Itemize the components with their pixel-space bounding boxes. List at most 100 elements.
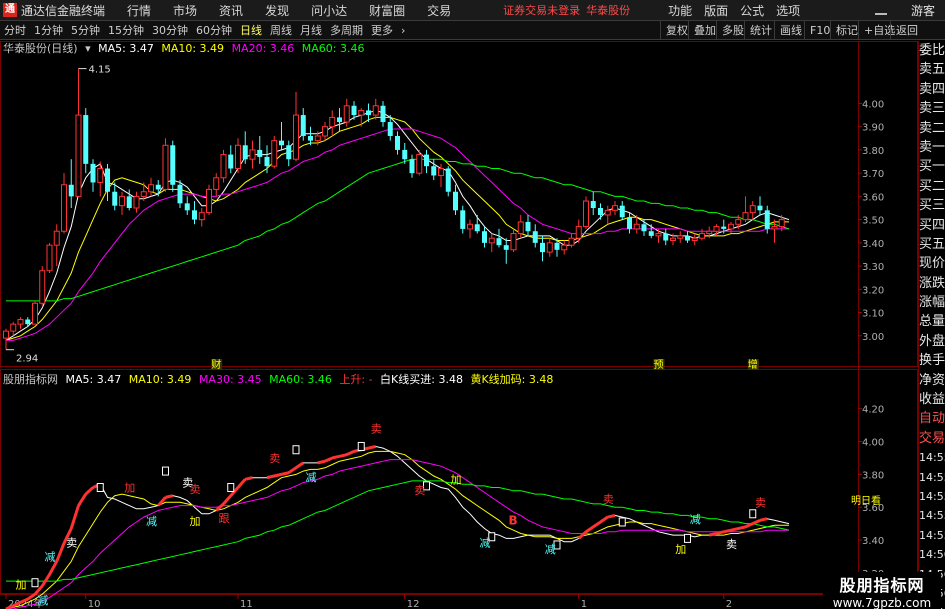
menu-trade[interactable]: 交易 — [427, 2, 451, 19]
side-label-15[interactable]: 外盘 — [919, 332, 945, 351]
side-label-17[interactable]: 净资 — [919, 371, 945, 390]
period-60min[interactable]: 60分钟 — [192, 22, 236, 38]
trade-login-notice[interactable]: 证券交易未登录 — [503, 2, 580, 18]
candle-body-down — [170, 145, 176, 185]
candle-body-up — [198, 212, 205, 221]
candle-body-down — [685, 235, 690, 241]
side-label-18[interactable]: 收益 — [919, 390, 945, 409]
candle-body-up — [119, 195, 125, 207]
candle-body-up — [39, 270, 46, 304]
candle-body-down — [453, 191, 458, 211]
candle-body-up — [32, 302, 38, 325]
period-15min[interactable]: 15分钟 — [104, 22, 148, 38]
ind-rising-segment — [287, 466, 297, 474]
side-label-0[interactable]: 委比 — [919, 41, 945, 60]
y-tick-label: 3.40 — [862, 239, 884, 250]
side-label-12[interactable]: 涨跌 — [919, 274, 945, 293]
candle-body-down — [242, 145, 248, 160]
candle-body-down — [627, 217, 632, 229]
side-label-4[interactable]: 卖二 — [919, 119, 945, 138]
side-label-16[interactable]: 换手 — [919, 351, 945, 370]
candle-body-down — [431, 166, 437, 176]
period-toolbar: 分时 1分钟 5分钟 15分钟 30分钟 60分钟 日线 周线 月线 多周期 更… — [0, 21, 945, 40]
app-title: 通达信金融终端 — [21, 3, 106, 18]
ind-rising-segment — [222, 494, 232, 505]
menu-options[interactable]: 选项 — [776, 2, 800, 19]
period-30min[interactable]: 30分钟 — [148, 22, 192, 38]
candle-body-up — [61, 184, 67, 232]
kline-chart-area[interactable]: 4.00 3.90 3.80 3.70 3.60 3.50 3.40 3.30 3.20 3.10… — [0, 41, 918, 609]
candle-body-down — [395, 135, 400, 150]
menu-functions[interactable]: 功能 — [668, 2, 692, 19]
candle-body-down — [112, 191, 118, 206]
indicator-name[interactable]: 股朋指标网 — [3, 373, 58, 386]
menu-formula[interactable]: 公式 — [740, 2, 764, 19]
period-weekly[interactable]: 周线 — [266, 22, 296, 38]
candle-body-up — [728, 223, 734, 230]
menu-market[interactable]: 行情 — [127, 2, 151, 19]
period-1min[interactable]: 1分钟 — [30, 22, 67, 38]
button-draw[interactable]: 画线 — [774, 21, 807, 40]
minimize-icon[interactable] — [875, 3, 887, 15]
side-label-8[interactable]: 买三 — [919, 196, 945, 215]
button-back[interactable]: 返回 — [890, 21, 923, 40]
ind-buy-box — [227, 483, 235, 492]
candle-body-down — [308, 135, 313, 141]
side-label-3[interactable]: 卖三 — [919, 99, 945, 118]
menu-news[interactable]: 资讯 — [219, 2, 243, 19]
candle-body-down — [155, 184, 161, 190]
signal-label: 卖 — [269, 452, 280, 465]
quote-side-panel[interactable]: 委比 卖五 卖四 卖三 卖二 卖一 买一 买二 买三 买四 买五 现价 涨跌 涨幅 总量 外盘 换手 净资 收益 自动… — [918, 41, 945, 609]
side-label-14[interactable]: 总量 — [919, 312, 945, 331]
period-daily[interactable]: 日线 — [236, 22, 266, 38]
side-label-10[interactable]: 买五 — [919, 235, 945, 254]
menu-wealth[interactable]: 财富圈 — [369, 2, 405, 19]
candle-body-down — [757, 205, 763, 211]
low-label: 2.94 — [16, 354, 38, 365]
side-label-13[interactable]: 涨幅 — [919, 293, 945, 312]
candle-body-up — [314, 135, 321, 142]
chevron-down-icon[interactable]: › — [397, 24, 409, 37]
side-label-7[interactable]: 买二 — [919, 177, 945, 196]
ind-rising-segment — [339, 453, 348, 458]
candle-body-down — [177, 184, 183, 204]
period-monthly[interactable]: 月线 — [296, 22, 326, 38]
ind-rising-segment — [607, 513, 616, 519]
legend-gear-icon[interactable]: ▾ — [85, 42, 91, 55]
side-label-20[interactable]: 交易 — [919, 429, 945, 448]
ind-rising-segment — [752, 518, 761, 525]
side-label-6[interactable]: 买一 — [919, 157, 945, 176]
side-label-9[interactable]: 买四 — [919, 216, 945, 235]
candle-body-up — [220, 154, 227, 179]
ind-y-tick-label: 4.20 — [862, 405, 884, 416]
side-label-19[interactable]: 自动 — [919, 409, 945, 428]
button-stats[interactable]: 统计 — [744, 21, 777, 40]
candle-body-down — [228, 154, 234, 169]
candle-body-down — [764, 210, 770, 229]
candle-body-up — [271, 140, 278, 167]
menu-layout[interactable]: 版面 — [704, 2, 728, 19]
candle-body-down — [90, 163, 96, 183]
kline-svg[interactable]: 4.00 3.90 3.80 3.70 3.60 3.50 3.40 3.30 3.20 3.10… — [0, 41, 918, 609]
side-label-5[interactable]: 卖一 — [919, 138, 945, 157]
candle-body-down — [503, 245, 509, 250]
menu-ask[interactable]: 问小达 — [311, 2, 347, 19]
legend-ma5: MA5: 3.47 — [98, 42, 154, 55]
menu-discover[interactable]: 发现 — [265, 2, 289, 19]
period-5min[interactable]: 5分钟 — [67, 22, 104, 38]
period-tick[interactable]: 分时 — [0, 22, 30, 38]
candle-body-up — [53, 230, 60, 246]
candle-body-down — [300, 115, 306, 136]
x-tick-label: 2 — [726, 599, 732, 609]
guest-user[interactable]: 游客 — [911, 2, 935, 19]
y-tick-label: 3.20 — [862, 285, 884, 296]
side-label-2[interactable]: 卖四 — [919, 80, 945, 99]
period-more[interactable]: 更多 — [367, 22, 397, 38]
side-label-1[interactable]: 卖五 — [919, 60, 945, 79]
period-multi[interactable]: 多周期 — [326, 22, 367, 38]
broker-name[interactable]: 华泰股份 — [586, 2, 630, 18]
menu-market-list[interactable]: 市场 — [173, 2, 197, 19]
side-label-11[interactable]: 现价 — [919, 254, 945, 273]
candle-body-down — [460, 210, 466, 229]
stock-title[interactable]: 华泰股份(日线) — [3, 42, 78, 55]
